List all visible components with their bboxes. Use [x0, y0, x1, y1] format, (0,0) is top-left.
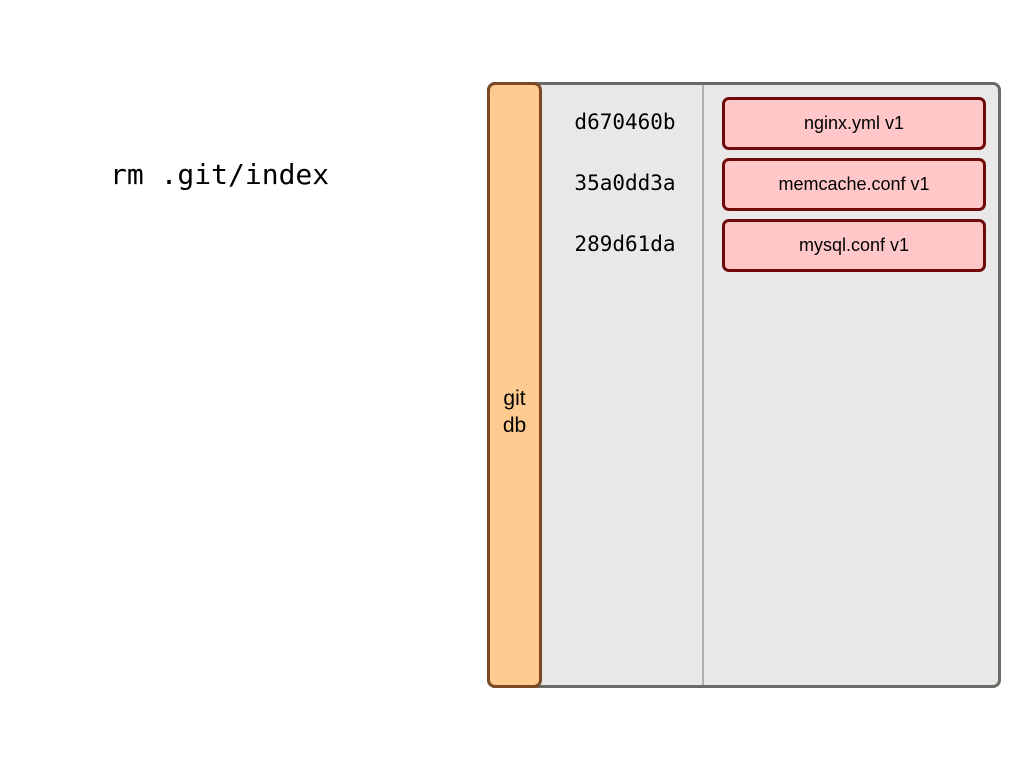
- object-hash: 35a0dd3a: [574, 171, 676, 195]
- column-divider: [702, 85, 704, 685]
- object-blob: memcache.conf v1: [722, 158, 986, 211]
- git-db-label: git db: [490, 385, 539, 439]
- object-hash: d670460b: [574, 110, 676, 134]
- slide: rm .git/index git db d670460b nginx.yml …: [0, 0, 1024, 768]
- git-db-label-line1: git: [503, 387, 526, 410]
- git-db-label-line2: db: [502, 414, 527, 437]
- object-blob: nginx.yml v1: [722, 97, 986, 150]
- object-blob: mysql.conf v1: [722, 219, 986, 272]
- git-db-bar: git db: [487, 82, 542, 688]
- object-hash: 289d61da: [574, 232, 676, 256]
- command-text: rm .git/index: [110, 158, 330, 191]
